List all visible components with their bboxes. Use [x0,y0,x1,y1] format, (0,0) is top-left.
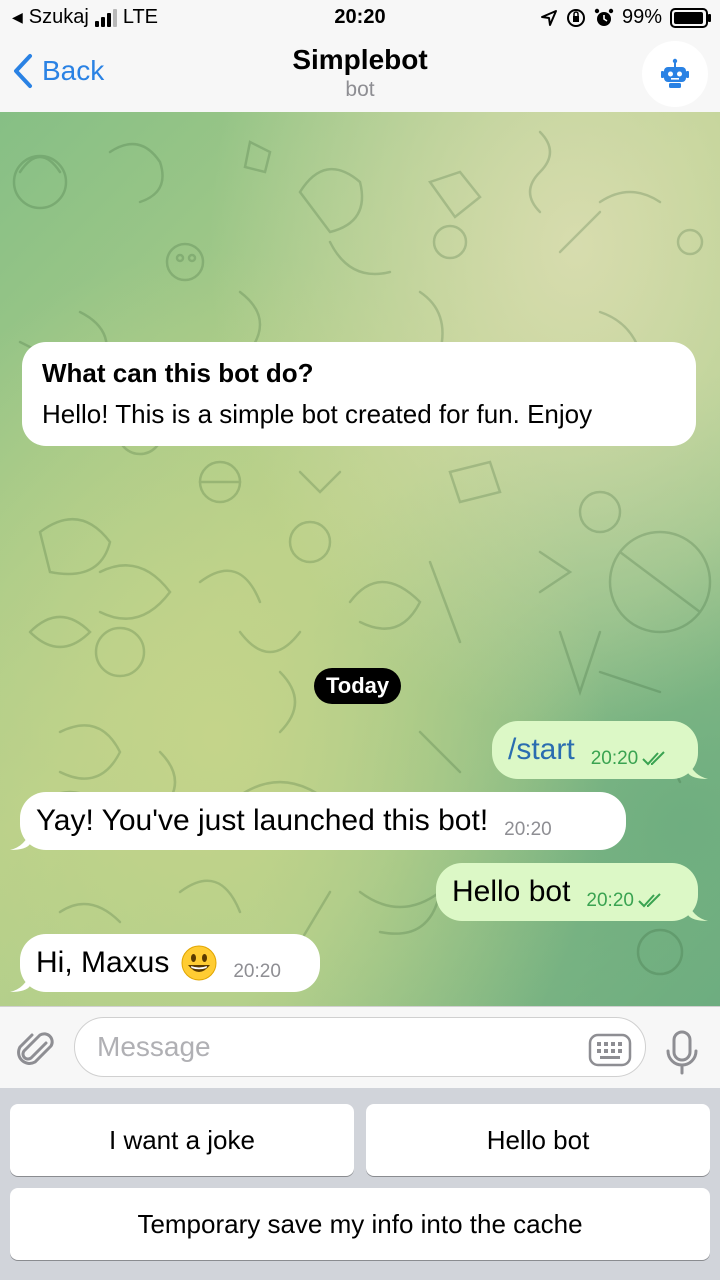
message-text[interactable]: Hi, Maxus [36,946,169,980]
status-bar: ◀ Szukaj LTE 20:20 99% [0,0,720,36]
robot-icon [661,58,689,88]
message-time: 20:20 [590,748,639,769]
message-text[interactable]: Yay! You've just launched this bot! [36,804,488,838]
alarm-icon [594,8,614,26]
location-arrow-icon [540,9,557,26]
orientation-lock-icon [566,8,585,27]
smiling-face-emoji [181,945,217,981]
composer-bar [0,1006,720,1089]
chat-header: Back Simplebot bot [0,36,720,113]
message-bubble-incoming[interactable]: Hi, Maxus 20:20 [10,934,320,992]
keyboard-button-hello[interactable]: Hello bot [366,1104,710,1176]
bot-info-title: What can this bot do? [42,358,314,388]
message-bubble-incoming[interactable]: Yay! You've just launched this bot! 20:2… [10,792,626,850]
bot-avatar[interactable] [642,41,708,107]
chat-area[interactable]: What can this bot do? Hello! This is a s… [0,112,720,1006]
chat-title[interactable]: Simplebot [0,44,720,76]
bubble-tail [10,830,30,850]
date-separator: Today [314,668,402,704]
message-bubble-outgoing[interactable]: /start 20:20 [492,721,708,779]
bubble-tail [10,972,30,992]
paperclip-icon[interactable] [16,1027,56,1071]
double-check-icon [638,893,661,908]
message-bubble-outgoing[interactable]: Hello bot 20:20 [436,863,708,921]
keyboard-button-save-cache[interactable]: Temporary save my info into the cache [10,1188,710,1260]
battery-icon [670,7,711,28]
bubble-tail [688,759,708,779]
message-text[interactable]: Hello bot [452,875,570,909]
message-text[interactable]: /start [508,733,575,767]
microphone-icon[interactable] [664,1029,700,1077]
bubble-tail [688,901,708,921]
chat-subtitle: bot [345,78,375,101]
bot-info-text: Hello! This is a simple bot created for … [42,399,593,429]
keyboard-button-joke[interactable]: I want a joke [10,1104,354,1176]
keyboard-icon[interactable] [588,1033,632,1067]
double-check-icon [642,751,665,766]
battery-percent: 99% [621,6,662,28]
message-time: 20:20 [504,819,552,840]
message-time: 20:20 [233,961,281,982]
status-right: 99% [540,6,711,29]
message-input[interactable] [74,1017,646,1077]
bot-info-card: What can this bot do? Hello! This is a s… [22,342,696,446]
message-time: 20:20 [586,890,634,911]
bot-keyboard: I want a joke Hello bot Temporary save m… [0,1088,720,1280]
